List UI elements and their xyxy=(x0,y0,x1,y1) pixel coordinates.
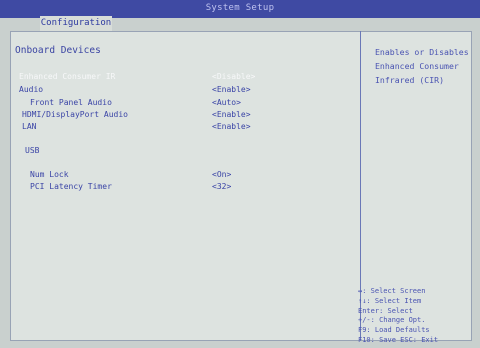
setting-label-num-lock[interactable]: Num Lock xyxy=(30,170,69,179)
key-hint-load-defaults: F9: Load Defaults xyxy=(358,326,430,335)
setting-value-hdmi-displayport-audio[interactable]: <Enable> xyxy=(212,110,251,119)
key-hint-enter-select: Enter: Select xyxy=(358,306,413,315)
setting-value-lan[interactable]: <Enable> xyxy=(212,122,251,131)
section-heading: Onboard Devices xyxy=(15,45,101,56)
help-line: Enables or Disables xyxy=(375,47,469,57)
help-panel: Enables or Disables Enhanced Consumer In… xyxy=(375,45,475,87)
key-hint-select-item: ↑↓: Select Item xyxy=(358,296,422,305)
setting-value-front-panel-audio[interactable]: <Auto> xyxy=(212,98,241,107)
setting-label-front-panel-audio[interactable]: Front Panel Audio xyxy=(30,98,112,107)
key-hint-save-exit: F10: Save ESC: Exit xyxy=(358,335,439,344)
setting-value-enhanced-consumer-ir[interactable]: <Disable> xyxy=(212,72,255,81)
setting-label-audio[interactable]: Audio xyxy=(19,85,43,94)
key-hint-change-option: +/-: Change Opt. xyxy=(358,316,426,325)
setting-label-enhanced-consumer-ir[interactable]: Enhanced Consumer IR xyxy=(19,72,115,81)
help-line: Enhanced Consumer xyxy=(375,61,459,71)
help-line: Infrared (CIR) xyxy=(375,75,445,85)
bios-screen: System Setup Configuration Onboard Devic… xyxy=(0,0,480,348)
tab-configuration[interactable]: Configuration xyxy=(40,16,112,31)
setting-value-pci-latency-timer[interactable]: <32> xyxy=(212,182,231,191)
window-title: System Setup xyxy=(205,3,275,13)
key-legend: ↔: Select Screen ↑↓: Select Item Enter: … xyxy=(358,287,470,346)
setting-label-hdmi-displayport-audio[interactable]: HDMI/DisplayPort Audio xyxy=(22,110,128,119)
key-hint-select-screen: ↔: Select Screen xyxy=(358,287,426,295)
setting-label-lan[interactable]: LAN xyxy=(22,122,36,131)
submenu-usb[interactable]: USB xyxy=(25,146,39,155)
setting-value-num-lock[interactable]: <On> xyxy=(212,170,231,179)
setting-value-audio[interactable]: <Enable> xyxy=(212,85,251,94)
setting-label-pci-latency-timer[interactable]: PCI Latency Timer xyxy=(30,182,112,191)
